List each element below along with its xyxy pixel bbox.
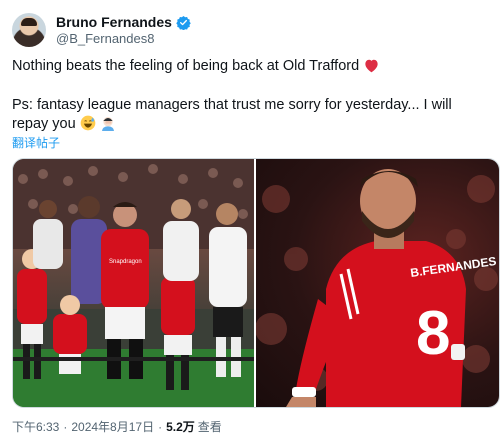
tweet-text-line-1: Nothing beats the feeling of being back …	[12, 57, 488, 79]
author-avatar[interactable]	[12, 13, 46, 47]
facepalm-emoji-icon	[100, 115, 116, 137]
tweet-header: Bruno Fernandes @B_Fernandes8	[12, 12, 191, 48]
photo-walkout[interactable]: Snapdragon	[13, 159, 254, 407]
meta-separator-2: ·	[158, 419, 163, 434]
meta-separator: ·	[63, 419, 68, 434]
name-row: Bruno Fernandes	[56, 14, 191, 30]
author-names: Bruno Fernandes @B_Fernandes8	[56, 14, 191, 46]
walkout-photo-illustration: Snapdragon	[13, 159, 254, 407]
tweet: Bruno Fernandes @B_Fernandes8 Nothing be…	[0, 0, 500, 440]
author-handle[interactable]: @B_Fernandes8	[56, 31, 191, 46]
tweet-date[interactable]: 2024年8月17日	[71, 418, 154, 435]
bruno-photo-illustration: B.FERNANDES 8	[256, 169, 498, 407]
photo-bruno[interactable]: B.FERNANDES 8	[256, 159, 499, 407]
views-label: 查看	[197, 420, 222, 434]
translate-post-link[interactable]: 翻译帖子	[12, 134, 60, 151]
walkout-shirt-sponsor: Snapdragon	[109, 259, 142, 265]
tweet-text-1: Nothing beats the feeling of being back …	[12, 58, 360, 74]
verified-badge-icon	[176, 15, 191, 30]
views-count: 5.2万	[166, 420, 195, 434]
heart-emoji-icon	[363, 58, 380, 79]
author-display-name[interactable]: Bruno Fernandes	[56, 14, 172, 30]
shirt-number-text: 8	[416, 299, 450, 368]
tweet-meta: 下午6:33 · 2024年8月17日 · 5.2万 查看	[12, 418, 222, 435]
sweat-smile-emoji-icon	[80, 115, 96, 137]
tweet-time[interactable]: 下午6:33	[12, 418, 59, 435]
tweet-text-line-2: Ps: fantasy league managers that trust m…	[12, 96, 488, 137]
media-grid: Snapdragon B.FERNANDES 8	[12, 158, 500, 408]
tweet-text-2: Ps: fantasy league managers that trust m…	[12, 97, 452, 132]
